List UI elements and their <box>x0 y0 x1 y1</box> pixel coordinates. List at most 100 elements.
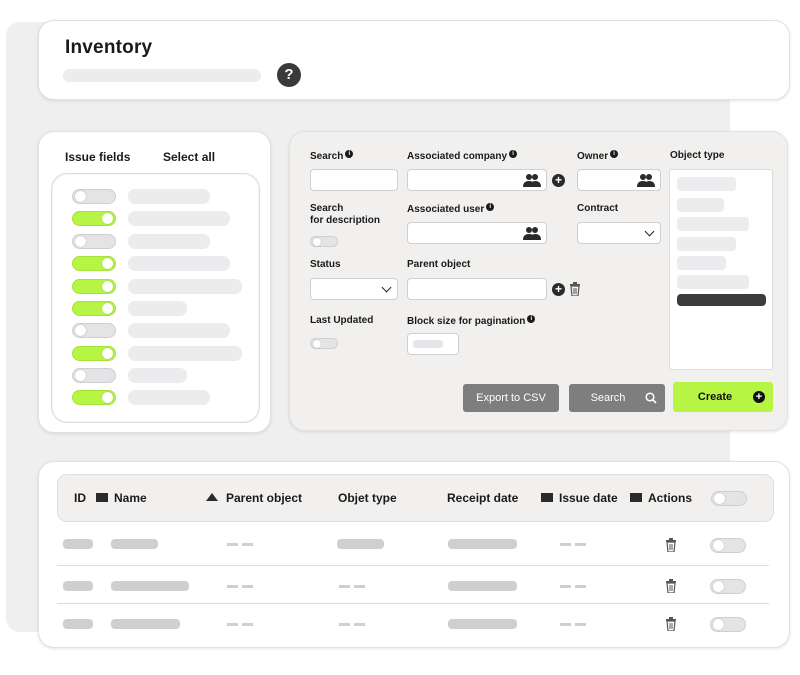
field-toggle[interactable] <box>72 211 116 226</box>
object-type-option[interactable] <box>677 177 736 191</box>
associated-user-field[interactable] <box>407 222 547 244</box>
people-icon <box>637 174 655 187</box>
help-icon[interactable]: ? <box>277 63 301 87</box>
last-updated-toggle[interactable] <box>310 338 338 349</box>
object-type-option[interactable] <box>677 237 736 251</box>
subtitle-placeholder <box>63 69 261 82</box>
field-label <box>128 189 210 204</box>
people-icon <box>523 227 541 240</box>
field-toggle[interactable] <box>72 301 116 316</box>
row-toggle[interactable] <box>710 579 746 594</box>
object-type-option[interactable] <box>677 256 726 270</box>
info-icon: i <box>509 150 518 158</box>
field-toggle[interactable] <box>72 256 116 271</box>
search-icon <box>645 392 657 404</box>
create-button[interactable]: Create + <box>673 382 773 412</box>
chevron-down-icon <box>644 226 655 237</box>
associated-company-field[interactable] <box>407 169 547 191</box>
search-label: Search i <box>310 150 354 163</box>
search-button[interactable]: Search <box>569 384 665 412</box>
field-label <box>128 211 230 226</box>
parent-object-label: Parent object <box>407 259 471 270</box>
table-row[interactable] <box>57 525 774 563</box>
field-toggle[interactable] <box>72 234 116 249</box>
contract-select[interactable] <box>577 222 661 244</box>
select-all-link[interactable]: Select all <box>163 150 215 164</box>
field-toggle[interactable] <box>72 368 116 383</box>
field-toggle[interactable] <box>72 346 116 361</box>
block-size-field[interactable] <box>407 333 459 355</box>
export-csv-button[interactable]: Export to CSV <box>463 384 559 412</box>
header-card: Inventory ? <box>38 20 790 100</box>
status-label: Status <box>310 259 341 270</box>
field-label <box>128 323 230 338</box>
last-updated-label: Last Updated <box>310 315 374 326</box>
block-size-value-placeholder <box>413 340 443 348</box>
row-divider <box>57 603 769 604</box>
object-type-label: Object type <box>670 150 725 161</box>
field-toggle[interactable] <box>72 279 116 294</box>
info-icon: i <box>486 203 495 211</box>
people-icon <box>523 174 541 187</box>
search-description-label: Search for description <box>310 203 381 226</box>
associated-company-label: Associated company i <box>407 150 518 163</box>
object-type-option[interactable] <box>677 217 749 231</box>
field-label <box>128 346 242 361</box>
col-id[interactable]: ID <box>74 491 86 505</box>
cell-parent <box>227 585 253 588</box>
block-size-label: Block size for pagination i <box>407 315 536 328</box>
owner-field[interactable] <box>577 169 661 191</box>
trash-icon[interactable] <box>665 579 677 593</box>
status-select[interactable] <box>310 278 398 300</box>
col-name[interactable]: Name <box>96 491 147 505</box>
field-label <box>128 390 210 405</box>
trash-icon[interactable] <box>569 282 581 296</box>
contract-label: Contract <box>577 203 619 214</box>
object-type-option[interactable] <box>677 275 749 289</box>
info-icon: i <box>345 150 354 158</box>
field-toggle[interactable] <box>72 323 116 338</box>
issue-fields-title: Issue fields <box>65 150 131 164</box>
field-label <box>128 256 230 271</box>
object-type-option-selected[interactable] <box>677 294 766 306</box>
table-header: ID Name Parent object Objet type Receipt… <box>57 474 774 522</box>
table-row[interactable] <box>57 605 774 643</box>
field-toggle[interactable] <box>72 390 116 405</box>
trash-icon[interactable] <box>665 617 677 631</box>
header-toggle[interactable] <box>711 491 747 506</box>
info-icon: i <box>610 150 619 158</box>
owner-label: Owner i <box>577 150 619 163</box>
cell-type <box>339 623 365 626</box>
field-label <box>128 279 242 294</box>
search-description-toggle[interactable] <box>310 236 338 247</box>
search-input[interactable] <box>310 169 398 191</box>
cell-issue <box>560 543 586 546</box>
add-parent-icon[interactable]: + <box>552 283 565 296</box>
associated-user-label: Associated user i <box>407 203 495 216</box>
cell-receipt <box>448 619 517 629</box>
trash-icon[interactable] <box>665 538 677 552</box>
col-issue-date[interactable]: Issue date <box>541 491 618 505</box>
cell-id <box>63 581 93 591</box>
object-type-option[interactable] <box>677 198 724 212</box>
cell-issue <box>560 623 586 626</box>
col-object-type[interactable]: Objet type <box>338 491 397 505</box>
cell-name <box>111 539 158 549</box>
field-toggle[interactable] <box>72 189 116 204</box>
info-icon: i <box>527 315 536 323</box>
cell-receipt <box>448 581 517 591</box>
col-receipt-date[interactable]: Receipt date <box>447 491 518 505</box>
table-row[interactable] <box>57 567 774 605</box>
sort-asc-icon <box>206 493 218 501</box>
inventory-table: ID Name Parent object Objet type Receipt… <box>38 461 790 648</box>
parent-object-field[interactable] <box>407 278 547 300</box>
add-company-icon[interactable]: + <box>552 174 565 187</box>
row-toggle[interactable] <box>710 617 746 632</box>
col-actions[interactable]: Actions <box>630 491 692 505</box>
search-filter-panel: Search i Associated company i Owner i Objec… <box>289 131 788 431</box>
row-toggle[interactable] <box>710 538 746 553</box>
col-parent-object[interactable]: Parent object <box>206 491 302 505</box>
cell-name <box>111 619 180 629</box>
sort-icon <box>630 493 642 502</box>
object-type-list[interactable] <box>669 169 773 370</box>
